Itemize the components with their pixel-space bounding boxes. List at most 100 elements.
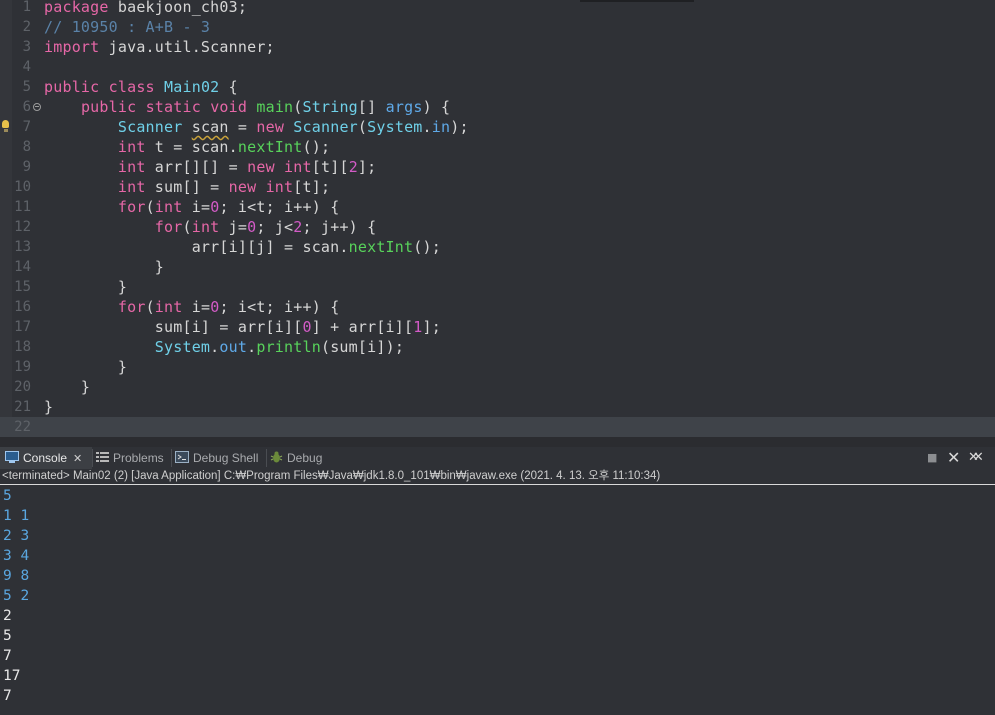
- code-line[interactable]: 7 Scanner scan = new Scanner(System.in);: [0, 117, 995, 137]
- code-line[interactable]: 8 int t = scan.nextInt();: [0, 137, 995, 157]
- line-number: 20: [14, 379, 31, 395]
- code-token: }: [44, 358, 128, 376]
- remove-all-terminated-button[interactable]: ✕✕: [968, 447, 984, 469]
- code-token: Scanner: [117, 118, 183, 136]
- code-line[interactable]: 11 for(int i=0; i<t; i++) {: [0, 197, 995, 217]
- line-number: 16: [14, 299, 31, 315]
- debug-bug-icon: [270, 448, 283, 470]
- remove-launch-button[interactable]: ✕: [947, 447, 960, 469]
- tab-debug[interactable]: Debug: [270, 447, 330, 469]
- code-token: 0: [247, 218, 257, 236]
- close-tab-icon[interactable]: ✕: [73, 448, 82, 470]
- code-line[interactable]: 18 System.out.println(sum[i]);: [0, 337, 995, 357]
- line-number: 13: [14, 239, 31, 255]
- code-token: Main02: [164, 78, 220, 96]
- line-number: 21: [14, 399, 31, 415]
- code-token: (: [182, 218, 192, 236]
- code-line[interactable]: 14 }: [0, 257, 995, 277]
- code-token: ; j++) {: [302, 218, 377, 236]
- code-text: }: [44, 257, 164, 277]
- code-token: public: [80, 98, 137, 116]
- code-line[interactable]: 12 for(int j=0; j<2; j++) {: [0, 217, 995, 237]
- console-output-line: 2: [3, 608, 12, 624]
- code-text: import java.util.Scanner;: [44, 37, 275, 57]
- problems-icon: [96, 448, 109, 470]
- code-token: public: [44, 78, 100, 96]
- code-token: // 10950 : A+B - 3: [44, 18, 211, 36]
- code-line[interactable]: 20 }: [0, 377, 995, 397]
- code-token: void: [210, 98, 248, 116]
- console-output-line: 17: [3, 668, 21, 684]
- code-token: }: [44, 258, 164, 276]
- code-line[interactable]: 4: [0, 57, 995, 77]
- code-line[interactable]: 16 for(int i=0; i<t; i++) {: [0, 297, 995, 317]
- tab-separator: [92, 449, 93, 467]
- console-icon: [5, 448, 19, 470]
- code-token: .: [247, 338, 257, 356]
- tab-debug-shell[interactable]: Debug Shell: [175, 447, 265, 469]
- code-line[interactable]: 15 }: [0, 277, 995, 297]
- terminate-button[interactable]: ■: [927, 447, 937, 469]
- code-token: [t];: [293, 178, 331, 196]
- line-number: 12: [14, 219, 31, 235]
- tab-console[interactable]: Console ✕: [0, 447, 92, 469]
- fold-collapse-icon[interactable]: [33, 103, 41, 111]
- tab-problems[interactable]: Problems: [96, 447, 170, 469]
- code-token: in: [431, 118, 451, 136]
- line-number: 18: [14, 339, 31, 355]
- tab-separator: [171, 449, 172, 467]
- code-line[interactable]: 13 arr[i][j] = scan.nextInt();: [0, 237, 995, 257]
- code-text: int sum[] = new int[t];: [44, 177, 330, 197]
- code-token: int: [154, 198, 183, 216]
- line-number: 8: [22, 139, 31, 155]
- code-line[interactable]: 9 int arr[][] = new int[t][2];: [0, 157, 995, 177]
- console-output[interactable]: 5 1 1 2 3 3 4 9 8 5 2 2 5 7 17 7: [0, 486, 995, 715]
- code-line[interactable]: 21}: [0, 397, 995, 417]
- console-output-line: 5: [3, 628, 12, 644]
- code-line[interactable]: 17 sum[i] = arr[i][0] + arr[i][1];: [0, 317, 995, 337]
- code-token: ) {: [422, 98, 451, 116]
- panel-divider[interactable]: [0, 437, 995, 447]
- code-token: 0: [302, 318, 312, 336]
- code-token: i=: [182, 198, 211, 216]
- code-token: ();: [302, 138, 331, 156]
- code-editor[interactable]: 1 package baekjoon_ch03; 2 // 10950 : A+B -…: [0, 0, 995, 437]
- code-line[interactable]: 6 public static void main(String[] args)…: [0, 97, 995, 117]
- code-text: package baekjoon_ch03;: [44, 0, 247, 17]
- line-number: 11: [14, 199, 31, 215]
- code-line[interactable]: 22: [0, 417, 995, 437]
- code-line[interactable]: 10 int sum[] = new int[t];: [0, 177, 995, 197]
- code-token: args: [385, 98, 423, 116]
- code-token: for: [154, 218, 183, 236]
- code-token: t = scan.: [145, 138, 238, 156]
- code-line[interactable]: 19 }: [0, 357, 995, 377]
- code-token: int: [284, 158, 312, 176]
- quick-fix-lightbulb-icon[interactable]: [2, 120, 9, 132]
- code-token: ; j<: [256, 218, 294, 236]
- code-token: baekjoon_ch03;: [108, 0, 248, 16]
- code-line[interactable]: 1 package baekjoon_ch03;: [0, 0, 995, 17]
- line-number: 9: [22, 159, 31, 175]
- code-token: int: [117, 178, 146, 196]
- code-token: j=: [219, 218, 248, 236]
- tab-console-label: Console: [23, 451, 68, 465]
- code-text: int t = scan.nextInt();: [44, 137, 330, 157]
- code-line[interactable]: 3 import java.util.Scanner;: [0, 37, 995, 57]
- console-input-line: 5 2: [3, 588, 30, 604]
- tab-problems-label: Problems: [113, 451, 164, 465]
- code-line[interactable]: 5 public class Main02 {: [0, 77, 995, 97]
- view-tab-bar: Console ✕ Problems Debug Shell Debug: [0, 447, 995, 469]
- code-line[interactable]: 2 // 10950 : A+B - 3: [0, 17, 995, 37]
- code-token: );: [450, 118, 469, 136]
- code-token: for: [117, 198, 146, 216]
- code-text: for(int j=0; j<2; j++) {: [44, 217, 376, 237]
